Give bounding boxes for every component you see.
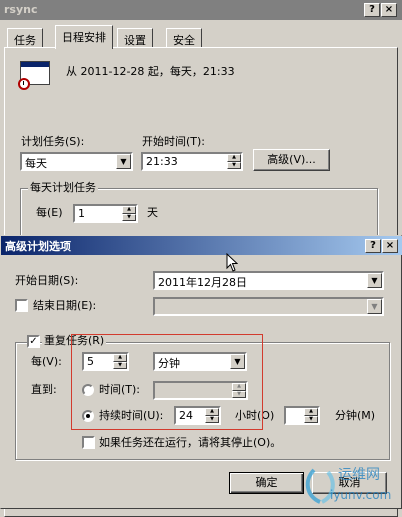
start-date-picker[interactable]: 2011年12月28日 ▼ [153, 271, 384, 290]
end-date-checkbox[interactable] [15, 299, 28, 312]
end-date-picker[interactable]: ▼ [153, 297, 384, 316]
mouse-cursor-icon [226, 253, 238, 272]
advanced-dialog-title-bar: 高级计划选项 [1, 236, 402, 255]
every-days-spinner[interactable]: 1 ▲ ▼ [73, 204, 138, 223]
watermark-text-url: iyunv.com [330, 488, 392, 502]
chevron-down-icon[interactable]: ▼ [116, 154, 131, 169]
watermark-text-cn: 运维网 [338, 467, 380, 483]
ok-button[interactable]: 确定 [229, 472, 304, 494]
stop-if-running-checkbox[interactable] [82, 436, 95, 449]
spin-down-icon[interactable]: ▼ [227, 161, 241, 169]
start-time-label: 开始时间(T): [142, 135, 206, 148]
clock-icon [18, 78, 30, 90]
every-days-unit: 天 [147, 206, 158, 219]
tab-security[interactable]: 安全 [166, 28, 202, 48]
daily-group-label: 每天计划任务 [28, 181, 98, 195]
advanced-button[interactable]: 高级(V)... [253, 149, 330, 171]
duration-minutes-spinner[interactable]: ▲ ▼ [284, 406, 320, 425]
repeat-every-label: 每(V): [31, 355, 62, 368]
spin-up-icon[interactable]: ▲ [304, 408, 318, 416]
advanced-help-button[interactable]: ? [365, 239, 381, 253]
spin-up-icon[interactable]: ▲ [122, 206, 136, 214]
start-date-label: 开始日期(S): [15, 274, 79, 287]
back-help-button[interactable]: ? [364, 3, 380, 17]
advanced-dialog-title: 高级计划选项 [5, 240, 71, 253]
spin-down-icon[interactable]: ▼ [304, 415, 318, 423]
advanced-close-button[interactable]: × [382, 239, 398, 253]
spin-down-icon[interactable]: ▼ [122, 213, 136, 221]
repeat-task-checkbox[interactable]: ✓ [27, 335, 40, 348]
back-window-title: rsync [4, 3, 38, 16]
start-time-spinner[interactable]: 21:33 ▲ ▼ [141, 152, 243, 171]
schedule-task-label: 计划任务(S): [21, 135, 85, 148]
spin-up-icon[interactable]: ▲ [227, 154, 241, 162]
site-watermark: 运维网 iyunv.com [300, 462, 402, 509]
end-date-label: 结束日期(E): [33, 299, 97, 312]
every-days-label: 每(E) [36, 206, 63, 219]
annotation-highlight-box [71, 334, 263, 430]
minutes-label: 分钟(M) [335, 409, 376, 422]
back-close-button[interactable]: × [381, 3, 397, 17]
chevron-down-icon[interactable]: ▼ [367, 273, 382, 288]
tab-settings[interactable]: 设置 [117, 28, 153, 48]
schedule-task-select[interactable]: 每天 ▼ [20, 152, 133, 171]
schedule-summary: 从 2011-12-28 起，每天，21:33 [66, 65, 235, 78]
tab-task[interactable]: 任务 [7, 28, 43, 48]
tab-schedule[interactable]: 日程安排 [55, 25, 113, 49]
chevron-down-icon: ▼ [367, 299, 382, 314]
until-label: 直到: [31, 383, 57, 396]
back-window-title-bar: rsync [0, 0, 402, 20]
stop-if-running-label: 如果任务还在运行，请将其停止(O)。 [99, 436, 282, 449]
